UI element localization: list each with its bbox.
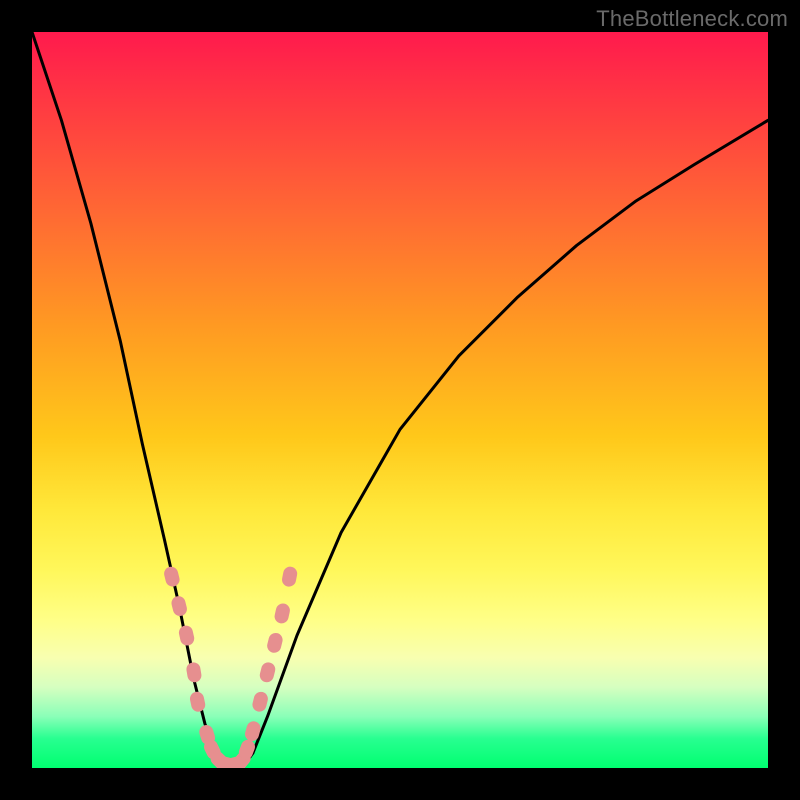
marker bbox=[258, 661, 276, 684]
highlight-markers bbox=[163, 565, 299, 768]
bottleneck-curve bbox=[32, 32, 768, 768]
watermark-text: TheBottleneck.com bbox=[596, 6, 788, 32]
marker bbox=[170, 595, 188, 618]
marker bbox=[163, 565, 181, 588]
marker bbox=[178, 624, 196, 647]
marker bbox=[266, 631, 284, 654]
marker bbox=[189, 691, 207, 713]
marker bbox=[251, 690, 269, 713]
curve-svg bbox=[32, 32, 768, 768]
marker bbox=[273, 602, 291, 625]
marker bbox=[185, 661, 202, 683]
plot-area bbox=[32, 32, 768, 768]
chart-frame: TheBottleneck.com bbox=[0, 0, 800, 800]
marker bbox=[281, 565, 299, 587]
curve-path bbox=[32, 32, 768, 768]
